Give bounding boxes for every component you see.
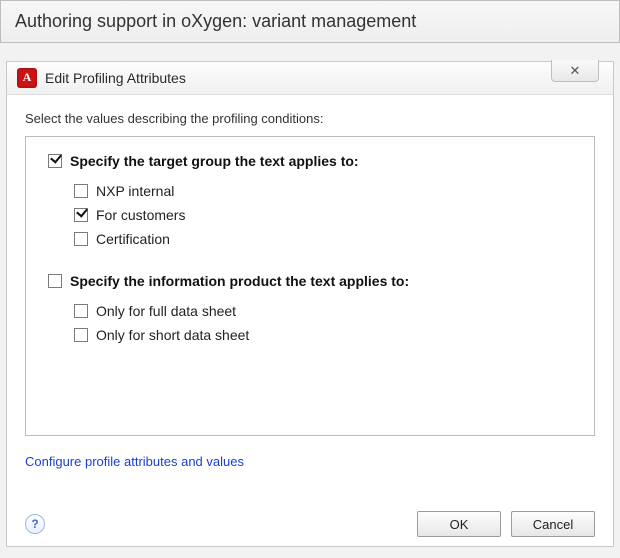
dialog-title: Edit Profiling Attributes	[45, 70, 186, 86]
group-target-label: Specify the target group the text applie…	[70, 153, 359, 169]
option-for-customers-checkbox[interactable]	[74, 208, 88, 222]
option-short-data-sheet-label: Only for short data sheet	[96, 327, 249, 343]
close-button[interactable]: ✕	[551, 60, 599, 82]
configure-link[interactable]: Configure profile attributes and values	[25, 454, 595, 469]
help-button[interactable]: ?	[25, 514, 45, 534]
option-nxp-internal-label: NXP internal	[96, 183, 174, 199]
option-full-data-sheet-label: Only for full data sheet	[96, 303, 236, 319]
dialog-footer: ? OK Cancel	[25, 497, 595, 537]
group-target-checkbox[interactable]	[48, 154, 62, 168]
dialog-body: Select the values describing the profili…	[7, 95, 613, 547]
app-icon	[17, 68, 37, 88]
dialog: ✕ Edit Profiling Attributes Select the v…	[6, 61, 614, 547]
option-nxp-internal-checkbox[interactable]	[74, 184, 88, 198]
close-icon: ✕	[570, 63, 581, 79]
option-full-data-sheet-checkbox[interactable]	[74, 304, 88, 318]
option-for-customers-label: For customers	[96, 207, 185, 223]
conditions-panel: Specify the target group the text applie…	[25, 136, 595, 436]
option-short-data-sheet-checkbox[interactable]	[74, 328, 88, 342]
option-certification-checkbox[interactable]	[74, 232, 88, 246]
option-full-data-sheet: Only for full data sheet	[74, 299, 572, 323]
group-info-product-label: Specify the information product the text…	[70, 273, 409, 289]
instruction-text: Select the values describing the profili…	[25, 111, 595, 126]
option-certification: Certification	[74, 227, 572, 251]
dialog-titlebar: Edit Profiling Attributes	[7, 62, 613, 95]
group-info-product-checkbox[interactable]	[48, 274, 62, 288]
option-short-data-sheet: Only for short data sheet	[74, 323, 572, 347]
group-info-product: Specify the information product the text…	[48, 273, 572, 347]
group-target: Specify the target group the text applie…	[48, 153, 572, 251]
ok-button[interactable]: OK	[417, 511, 501, 537]
help-icon: ?	[31, 517, 38, 531]
cancel-button[interactable]: Cancel	[511, 511, 595, 537]
option-nxp-internal: NXP internal	[74, 179, 572, 203]
option-for-customers: For customers	[74, 203, 572, 227]
page-title: Authoring support in oXygen: variant man…	[0, 0, 620, 43]
option-certification-label: Certification	[96, 231, 170, 247]
